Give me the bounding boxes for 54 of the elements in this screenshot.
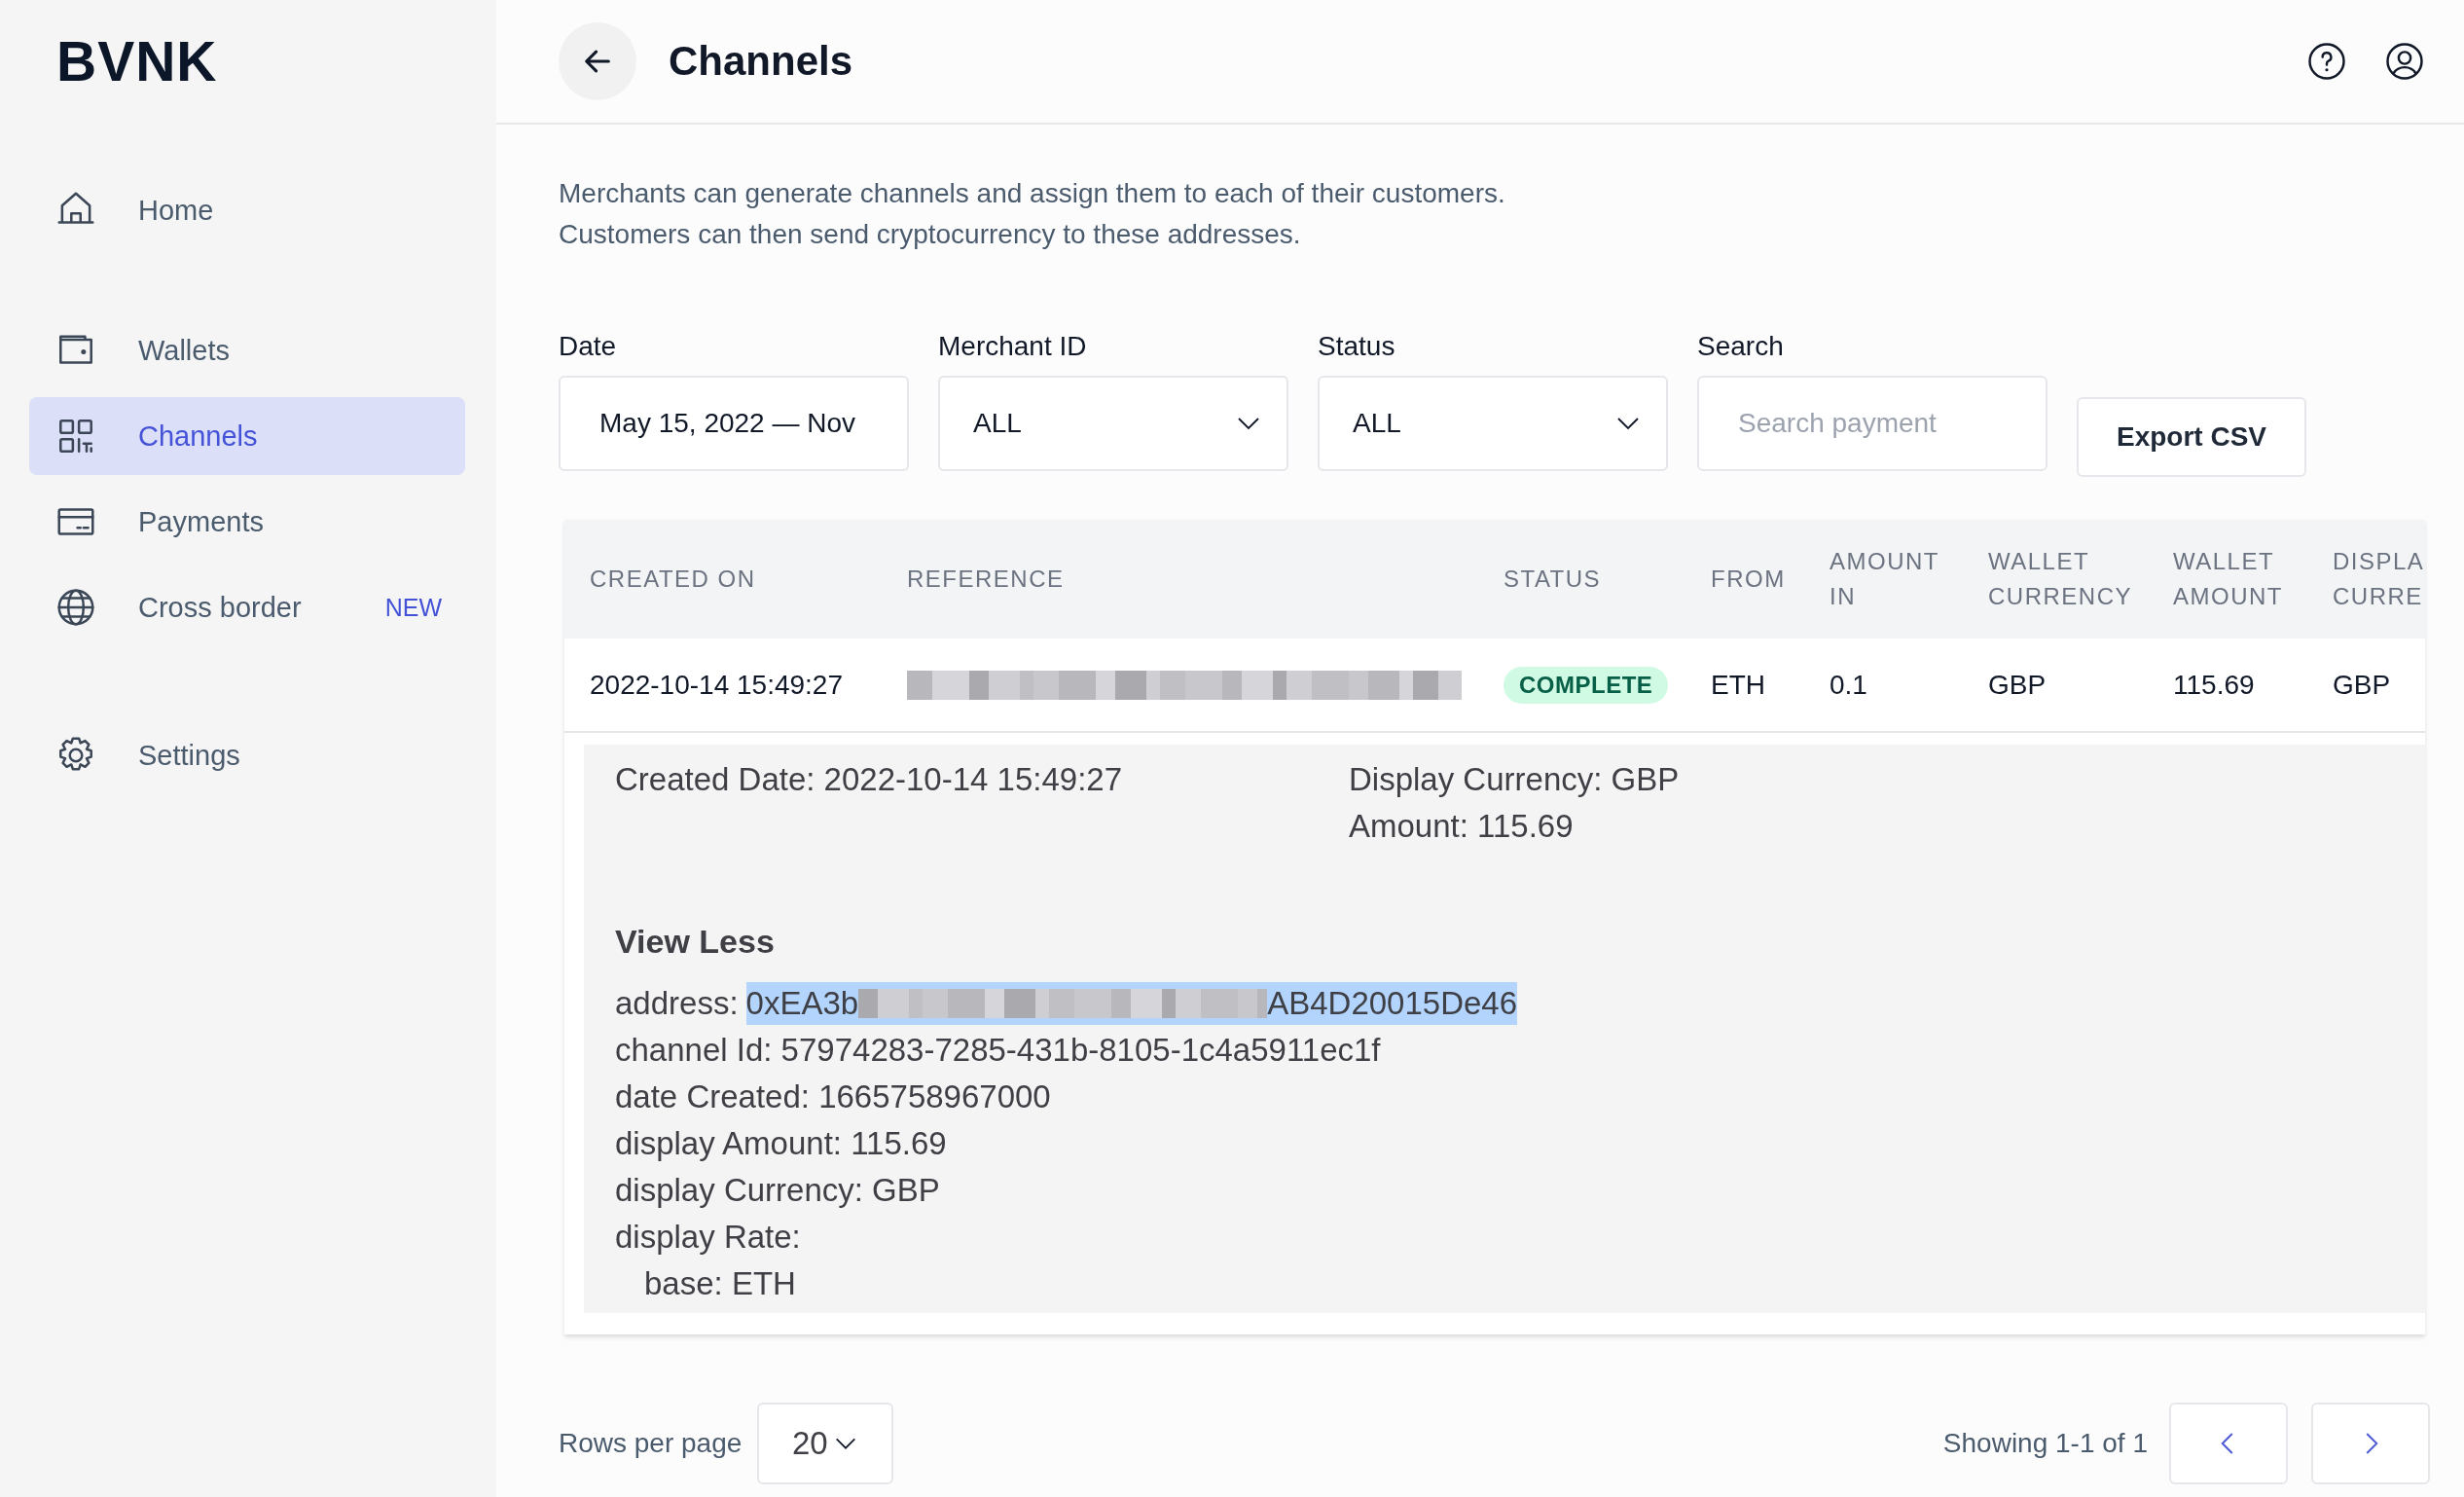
column-header: AMOUNT IN [1830, 547, 1940, 611]
logo[interactable]: BVNK [0, 0, 218, 93]
detail-text: display Rate: [615, 1218, 801, 1257]
column-header: REFERENCE [907, 565, 1066, 594]
column-header: DISPLA CURRE [2333, 547, 2425, 611]
table-cell: 0.1 [1830, 669, 1867, 701]
address-value[interactable]: 0xEA3b AB4D20015De46 [745, 982, 1518, 1025]
help-icon [2306, 41, 2347, 82]
new-label: NEW [384, 593, 442, 622]
detail-text: display Currency: GBP [615, 1171, 940, 1210]
detail-text: address: [615, 984, 739, 1023]
sidebar-item[interactable]: Home [29, 171, 465, 249]
sidebar-item[interactable]: Channels [29, 397, 465, 475]
view-less-link[interactable]: View Less [615, 918, 775, 965]
page-title: Channels [669, 38, 853, 85]
detail-text: date Created: 1665758967000 [615, 1077, 1051, 1116]
detail-text: display Amount: 115.69 [615, 1124, 947, 1163]
user-button[interactable] [2384, 41, 2425, 82]
status-badge: COMPLETE [1504, 666, 1669, 704]
filter-label: Date [559, 331, 618, 362]
detail-text: base: ETH [643, 1264, 796, 1303]
detail-text: Created Date: 2022-10-14 15:49:27 [615, 760, 1123, 799]
sidebar-item[interactable]: Wallets [29, 311, 465, 389]
filter-label: Merchant ID [938, 331, 1088, 362]
help-button[interactable] [2306, 41, 2347, 82]
search-field[interactable]: Search payment [1697, 376, 2047, 471]
description-text: Customers can then send cryptocurrency to these addresses. [559, 218, 1302, 251]
column-header: STATUS [1504, 565, 1603, 594]
column-header: CREATED ON [590, 565, 757, 594]
pagination-summary: Showing 1-1 of 1 [1942, 1428, 2148, 1459]
rows-per-page-dropdown[interactable]: 20 [757, 1403, 894, 1484]
table-cell: 2022-10-14 15:49:27 [590, 669, 843, 701]
sidebar-item[interactable]: Payments [29, 483, 465, 561]
filter-label: Status [1318, 331, 1396, 362]
rows-per-page-label: Rows per page [559, 1428, 743, 1459]
column-header: FROM [1711, 565, 1787, 594]
detail-text: channel Id: 57974283-7285-431b-8105-1c4a5911ec1f [615, 1031, 1381, 1070]
date-field[interactable]: May 15, 2022 — Nov [559, 376, 909, 471]
user-icon [2384, 41, 2425, 82]
sidebar-item[interactable]: Cross border NEW [29, 568, 465, 646]
table-cell: GBP [1988, 669, 2047, 701]
column-header: WALLET AMOUNT [2173, 547, 2284, 611]
filter-label: Search [1697, 331, 1785, 362]
table-cell: GBP [2333, 669, 2391, 701]
table-cell: 115.69 [2173, 669, 2255, 701]
export-button[interactable]: Export CSV [2077, 397, 2306, 477]
table-cell: ETH [1711, 669, 1765, 701]
dropdown[interactable]: ALL [938, 376, 1288, 471]
dropdown[interactable]: ALL [1318, 376, 1668, 471]
sidebar-item[interactable]: Settings [29, 716, 465, 794]
column-header: WALLET CURRENCY [1988, 547, 2133, 611]
detail-text: Display Currency: GBP [1349, 760, 1680, 799]
detail-text: Amount: 115.69 [1349, 807, 1574, 846]
description-text: Merchants can generate channels and assign them to each of their customers. [559, 177, 1506, 210]
